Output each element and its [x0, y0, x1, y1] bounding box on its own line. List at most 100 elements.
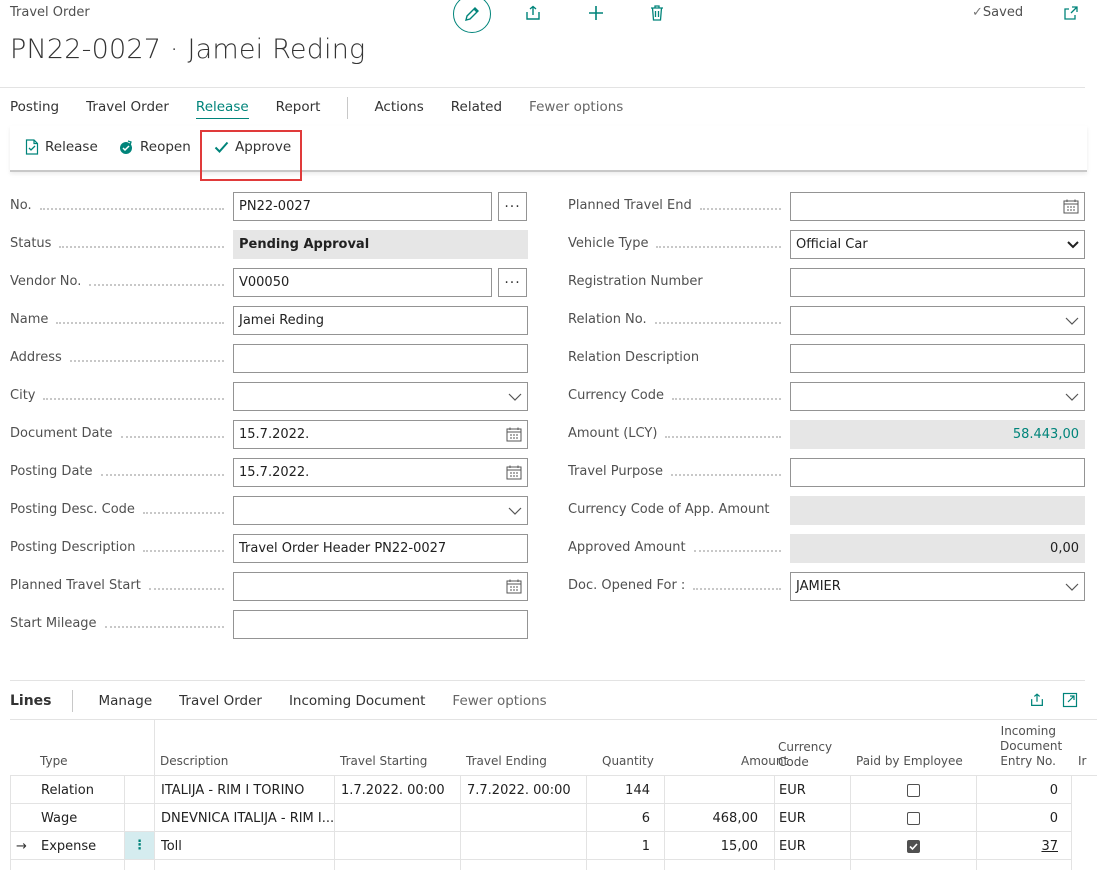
tab-fewer-options[interactable]: Fewer options	[529, 99, 623, 119]
row3-description[interactable]: Toll	[161, 839, 182, 854]
col-quantity[interactable]: Quantity	[602, 754, 654, 769]
lines-incoming-document-menu[interactable]: Incoming Document	[289, 693, 425, 709]
row2-type[interactable]: Wage	[41, 811, 77, 826]
relation-description-field[interactable]	[790, 344, 1085, 373]
row2-amount[interactable]: 468,00	[670, 811, 759, 826]
start-mileage-field[interactable]	[233, 610, 528, 639]
document-date-field[interactable]: 15.7.2022.	[233, 420, 528, 449]
lines-fewer-options[interactable]: Fewer options	[452, 693, 546, 709]
relation-no-label: Relation No.	[568, 312, 789, 327]
lines-manage-menu[interactable]: Manage	[99, 693, 153, 709]
tab-release[interactable]: Release	[195, 99, 249, 119]
approve-highlight-box	[200, 130, 302, 181]
registration-number-field[interactable]	[790, 268, 1085, 297]
city-field[interactable]	[233, 382, 528, 411]
name-field[interactable]: Jamei Reding	[233, 306, 528, 335]
row1-description[interactable]: ITALIJA - RIM I TORINO	[161, 783, 331, 798]
row1-currency[interactable]: EUR	[779, 783, 806, 798]
vendor-no-field[interactable]: V00050	[233, 268, 492, 297]
col-incoming-doc-entry[interactable]: Incoming Document Entry No.	[1000, 724, 1062, 769]
release-button[interactable]: Release	[25, 139, 98, 155]
calendar-icon[interactable]	[506, 465, 522, 480]
address-field[interactable]	[233, 344, 528, 373]
tab-related[interactable]: Related	[451, 99, 502, 119]
no-field[interactable]: PN22-0027	[233, 192, 492, 221]
col-type[interactable]: Type	[40, 754, 68, 769]
vehicle-type-label: Vehicle Type	[568, 236, 789, 251]
amount-lcy-field[interactable]: 58.443,00	[790, 420, 1085, 449]
expand-icon	[1062, 692, 1078, 708]
currency-code-field[interactable]	[790, 382, 1085, 411]
tab-divider	[347, 97, 349, 119]
page-title: PN22-0027 · Jamei Reding	[10, 34, 366, 65]
tab-actions[interactable]: Actions	[374, 99, 423, 119]
calendar-icon[interactable]	[506, 579, 522, 594]
calendar-icon[interactable]	[506, 427, 522, 442]
doc-opened-for-field[interactable]: JAMIER	[790, 572, 1085, 601]
row1-travel-ending[interactable]: 7.7.2022. 00:00	[467, 783, 571, 798]
chevron-down-icon	[1065, 583, 1079, 591]
lines-expand-button[interactable]	[1051, 681, 1089, 719]
row3-paid-checkbox[interactable]	[907, 840, 920, 853]
relation-description-label: Relation Description	[568, 350, 700, 365]
ellipsis-icon: ···	[504, 274, 521, 291]
header-divider	[0, 87, 1085, 88]
tab-travel-order[interactable]: Travel Order	[86, 99, 169, 119]
row1-travel-starting[interactable]: 1.7.2022. 00:00	[341, 783, 445, 798]
pop-out-icon	[1064, 6, 1078, 20]
vendor-no-lookup-button[interactable]: ···	[498, 268, 527, 297]
planned-travel-end-field[interactable]	[790, 192, 1085, 221]
lines-travel-order-menu[interactable]: Travel Order	[179, 693, 262, 709]
col-paid-by-employee[interactable]: Paid by Employee	[856, 754, 963, 769]
planned-travel-start-field[interactable]	[233, 572, 528, 601]
row3-row-menu-button[interactable]: ⋮	[125, 832, 154, 859]
status-label: Status	[10, 236, 232, 251]
share-icon	[526, 5, 540, 20]
document-date-label: Document Date	[10, 426, 232, 441]
col-travel-starting[interactable]: Travel Starting	[340, 754, 427, 769]
kebab-icon: ⋮	[133, 838, 146, 853]
no-lookup-button[interactable]: ···	[498, 192, 527, 221]
reopen-button[interactable]: Reopen	[118, 139, 191, 155]
relation-no-field[interactable]	[790, 306, 1085, 335]
row2-paid-checkbox[interactable]	[907, 812, 920, 825]
row2-description[interactable]: DNEVNICA ITALIJA - RIM I...	[161, 811, 333, 826]
saved-status: ✓Saved	[972, 5, 1024, 20]
delete-button[interactable]	[638, 0, 676, 32]
tab-report[interactable]: Report	[276, 99, 321, 119]
edit-button[interactable]	[453, 0, 491, 33]
row2-entry-no[interactable]: 0	[990, 811, 1058, 826]
row2-currency[interactable]: EUR	[779, 811, 806, 826]
lines-title: Lines	[10, 693, 52, 709]
col-truncated[interactable]: Ir	[1078, 754, 1086, 769]
travel-purpose-field[interactable]	[790, 458, 1085, 487]
row1-quantity[interactable]: 144	[590, 783, 650, 798]
posting-date-label: Posting Date	[10, 464, 232, 479]
row3-currency[interactable]: EUR	[779, 839, 806, 854]
row2-quantity[interactable]: 6	[590, 811, 650, 826]
posting-description-field[interactable]: Travel Order Header PN22-0027	[233, 534, 528, 563]
open-new-window-button[interactable]	[1052, 0, 1090, 32]
col-travel-ending[interactable]: Travel Ending	[466, 754, 547, 769]
col-currency-code[interactable]: Currency Code	[778, 740, 832, 770]
row1-type[interactable]: Relation	[41, 783, 94, 798]
col-description[interactable]: Description	[160, 754, 228, 769]
row3-entry-no-link[interactable]: 37	[990, 839, 1058, 854]
posting-date-field[interactable]: 15.7.2022.	[233, 458, 528, 487]
approved-amount-field: 0,00	[790, 534, 1085, 563]
address-label: Address	[10, 350, 232, 365]
registration-number-label: Registration Number	[568, 274, 703, 289]
row1-paid-checkbox[interactable]	[907, 784, 920, 797]
city-label: City	[10, 388, 232, 403]
new-button[interactable]	[577, 0, 615, 32]
share-button[interactable]	[514, 0, 552, 32]
row3-amount[interactable]: 15,00	[670, 839, 758, 854]
calendar-icon[interactable]	[1063, 199, 1079, 214]
vehicle-type-select[interactable]: Official Car	[790, 230, 1085, 259]
row3-quantity[interactable]: 1	[590, 839, 650, 854]
row1-entry-no[interactable]: 0	[990, 783, 1058, 798]
row3-type[interactable]: Expense	[41, 839, 96, 854]
posting-desc-code-field[interactable]	[233, 496, 528, 525]
tab-posting[interactable]: Posting	[10, 99, 59, 119]
lines-divider-bar	[71, 690, 73, 712]
